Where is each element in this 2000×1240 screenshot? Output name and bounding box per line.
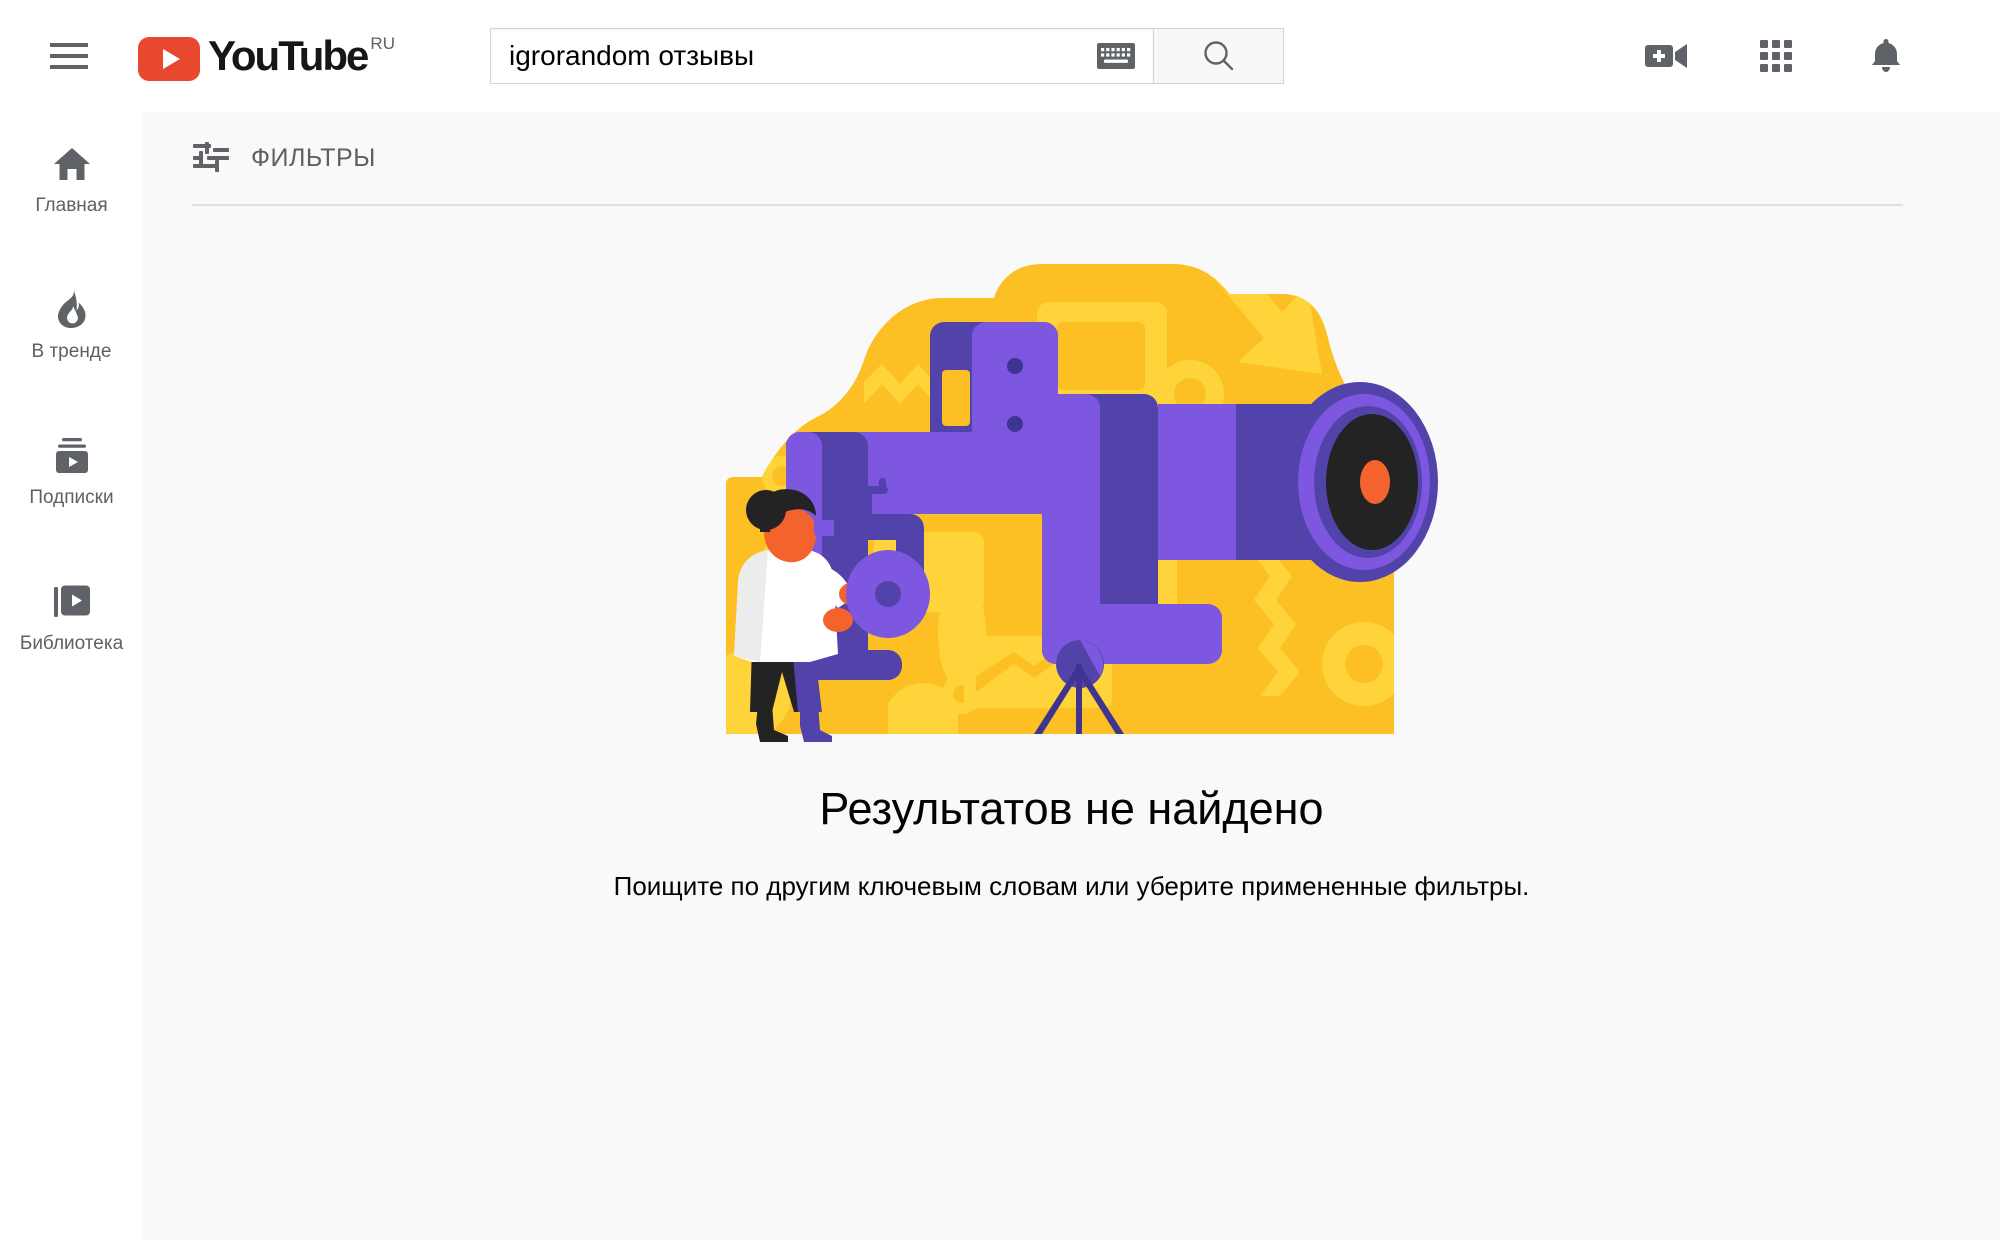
notifications-bell-icon[interactable] bbox=[1862, 32, 1910, 80]
no-results-subtitle: Поищите по другим ключевым словам или уб… bbox=[613, 871, 1530, 901]
sidebar-item-label: В тренде bbox=[31, 341, 112, 362]
apps-grid-icon[interactable] bbox=[1752, 32, 1800, 80]
tune-sliders-icon bbox=[193, 141, 229, 175]
keyboard-icon[interactable] bbox=[1097, 43, 1135, 69]
search-input[interactable] bbox=[509, 40, 1097, 72]
create-video-icon[interactable] bbox=[1642, 32, 1690, 80]
filters-label: ФИЛЬТРЫ bbox=[251, 143, 376, 172]
sidebar: Главная В тренде Подписки Библиотека bbox=[0, 112, 143, 1240]
play-triangle bbox=[162, 48, 180, 69]
sidebar-item-label: Подписки bbox=[29, 487, 114, 508]
sidebar-item-home[interactable]: Главная bbox=[0, 132, 143, 230]
app-header: YouTube RU bbox=[0, 0, 2000, 112]
no-results-telescope-illustration bbox=[725, 264, 1438, 742]
trending-flame-icon bbox=[56, 291, 88, 329]
search-icon bbox=[1203, 41, 1233, 71]
search-bar bbox=[490, 28, 1284, 84]
hamburger-bar bbox=[50, 65, 88, 69]
subscriptions-icon bbox=[53, 437, 91, 475]
youtube-search-page: YouTube RU igrorandom отзывы Главная В т… bbox=[0, 0, 2000, 1240]
hamburger-bar bbox=[50, 43, 88, 47]
sidebar-item-library[interactable]: Библиотека bbox=[0, 570, 143, 668]
search-button[interactable] bbox=[1154, 28, 1284, 84]
no-results-title: Результатов не найдено bbox=[819, 783, 1324, 834]
no-results-empty-state: Результатов не найдено Поищите по другим… bbox=[143, 264, 2000, 902]
sidebar-item-trending[interactable]: В тренде bbox=[0, 278, 143, 376]
youtube-wordmark: YouTube bbox=[208, 31, 369, 79]
hamburger-menu-icon[interactable] bbox=[50, 36, 90, 76]
youtube-country-code: RU bbox=[370, 33, 395, 53]
hamburger-bar bbox=[50, 54, 88, 58]
library-icon bbox=[53, 583, 91, 621]
filters-divider bbox=[192, 204, 1903, 206]
main-content: ФИЛЬТРЫ Результатов не найдено Поищите п… bbox=[143, 112, 2000, 1240]
youtube-logo[interactable]: YouTube RU bbox=[138, 32, 395, 81]
youtube-play-icon bbox=[138, 36, 200, 81]
sidebar-item-label: Главная bbox=[35, 195, 108, 216]
header-actions bbox=[1642, 28, 1910, 84]
sidebar-item-label: Библиотека bbox=[19, 633, 124, 654]
search-field[interactable] bbox=[490, 28, 1154, 84]
filters-button[interactable]: ФИЛЬТРЫ bbox=[143, 112, 2000, 204]
home-icon bbox=[53, 145, 91, 183]
sidebar-item-subscriptions[interactable]: Подписки bbox=[0, 424, 143, 522]
